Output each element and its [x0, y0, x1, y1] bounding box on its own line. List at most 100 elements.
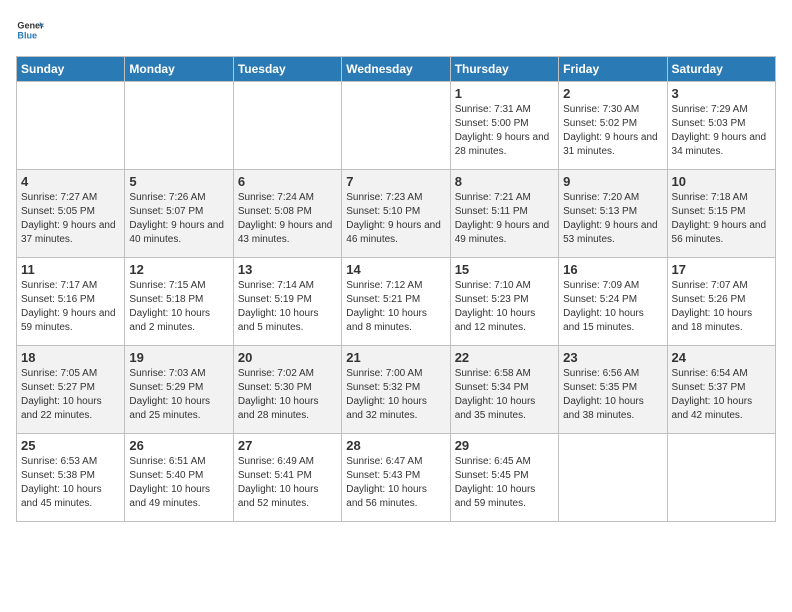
- calendar-cell: 2 Sunrise: 7:30 AMSunset: 5:02 PMDaylight…: [559, 82, 667, 170]
- day-number: 23: [563, 350, 662, 365]
- calendar-cell: 8 Sunrise: 7:21 AMSunset: 5:11 PMDaylight…: [450, 170, 558, 258]
- svg-text:Blue: Blue: [17, 30, 37, 40]
- calendar-week-row: 11 Sunrise: 7:17 AMSunset: 5:16 PMDayligh…: [17, 258, 776, 346]
- day-info: Sunrise: 7:09 AMSunset: 5:24 PMDaylight:…: [563, 279, 662, 335]
- day-info: Sunrise: 7:21 AMSunset: 5:11 PMDaylight:…: [455, 191, 554, 247]
- day-number: 14: [346, 262, 445, 277]
- calendar-cell: 22Sunrise: 6:58 AMSunset: 5:34 PMDayligh…: [450, 346, 558, 434]
- day-number: 8: [455, 174, 554, 189]
- calendar-cell: 12Sunrise: 7:15 AMSunset: 5:18 PMDayligh…: [125, 258, 233, 346]
- day-info: Sunrise: 7:10 AMSunset: 5:23 PMDaylight:…: [455, 279, 554, 335]
- day-number: 24: [672, 350, 771, 365]
- day-number: 29: [455, 438, 554, 453]
- days-of-week-row: SundayMondayTuesdayWednesdayThursdayFrid…: [17, 57, 776, 82]
- day-info: Sunrise: 7:14 AMSunset: 5:19 PMDaylight:…: [238, 279, 337, 335]
- calendar-cell: [233, 82, 341, 170]
- day-info: Sunrise: 7:05 AMSunset: 5:27 PMDaylight:…: [21, 367, 120, 423]
- calendar-cell: 29 Sunrise: 6:45 AMSunset: 5:45 PMDayligh…: [450, 434, 558, 522]
- calendar-cell: 5 Sunrise: 7:26 AMSunset: 5:07 PMDaylight…: [125, 170, 233, 258]
- day-number: 7: [346, 174, 445, 189]
- day-info: Sunrise: 7:26 AMSunset: 5:07 PMDaylight:…: [129, 191, 228, 247]
- day-number: 19: [129, 350, 228, 365]
- day-number: 6: [238, 174, 337, 189]
- dow-header: Saturday: [667, 57, 775, 82]
- day-number: 18: [21, 350, 120, 365]
- logo-icon: General Blue: [16, 16, 44, 44]
- dow-header: Tuesday: [233, 57, 341, 82]
- day-info: Sunrise: 7:15 AMSunset: 5:18 PMDaylight:…: [129, 279, 228, 335]
- calendar-cell: 15Sunrise: 7:10 AMSunset: 5:23 PMDayligh…: [450, 258, 558, 346]
- calendar-cell: 26 Sunrise: 6:51 AMSunset: 5:40 PMDayligh…: [125, 434, 233, 522]
- day-info: Sunrise: 7:18 AMSunset: 5:15 PMDaylight:…: [672, 191, 771, 247]
- day-info: Sunrise: 6:45 AMSunset: 5:45 PMDaylight:…: [455, 455, 554, 511]
- dow-header: Thursday: [450, 57, 558, 82]
- day-number: 13: [238, 262, 337, 277]
- calendar-cell: 21 Sunrise: 7:00 AMSunset: 5:32 PMDayligh…: [342, 346, 450, 434]
- day-number: 11: [21, 262, 120, 277]
- calendar-cell: 9Sunrise: 7:20 AMSunset: 5:13 PMDaylight…: [559, 170, 667, 258]
- calendar-cell: [17, 82, 125, 170]
- calendar-table: SundayMondayTuesdayWednesdayThursdayFrid…: [16, 56, 776, 522]
- calendar-cell: 19 Sunrise: 7:03 AMSunset: 5:29 PMDayligh…: [125, 346, 233, 434]
- day-number: 26: [129, 438, 228, 453]
- calendar-body: 1 Sunrise: 7:31 AMSunset: 5:00 PMDaylight…: [17, 82, 776, 522]
- calendar-cell: 1 Sunrise: 7:31 AMSunset: 5:00 PMDaylight…: [450, 82, 558, 170]
- calendar-cell: 23Sunrise: 6:56 AMSunset: 5:35 PMDayligh…: [559, 346, 667, 434]
- day-info: Sunrise: 7:29 AMSunset: 5:03 PMDaylight:…: [672, 103, 771, 159]
- dow-header: Wednesday: [342, 57, 450, 82]
- calendar-cell: [342, 82, 450, 170]
- header: General Blue: [16, 16, 776, 44]
- calendar-cell: 24 Sunrise: 6:54 AMSunset: 5:37 PMDayligh…: [667, 346, 775, 434]
- logo: General Blue: [16, 16, 48, 44]
- calendar-cell: 7 Sunrise: 7:23 AMSunset: 5:10 PMDaylight…: [342, 170, 450, 258]
- day-number: 16: [563, 262, 662, 277]
- day-info: Sunrise: 7:17 AMSunset: 5:16 PMDaylight:…: [21, 279, 120, 335]
- day-number: 4: [21, 174, 120, 189]
- day-info: Sunrise: 7:30 AMSunset: 5:02 PMDaylight:…: [563, 103, 662, 159]
- calendar-cell: [125, 82, 233, 170]
- dow-header: Friday: [559, 57, 667, 82]
- day-info: Sunrise: 7:03 AMSunset: 5:29 PMDaylight:…: [129, 367, 228, 423]
- day-number: 21: [346, 350, 445, 365]
- calendar-week-row: 4Sunrise: 7:27 AMSunset: 5:05 PMDaylight…: [17, 170, 776, 258]
- day-info: Sunrise: 7:24 AMSunset: 5:08 PMDaylight:…: [238, 191, 337, 247]
- calendar-cell: 28 Sunrise: 6:47 AMSunset: 5:43 PMDayligh…: [342, 434, 450, 522]
- day-number: 2: [563, 86, 662, 101]
- day-number: 20: [238, 350, 337, 365]
- calendar-week-row: 25 Sunrise: 6:53 AMSunset: 5:38 PMDayligh…: [17, 434, 776, 522]
- calendar-week-row: 1 Sunrise: 7:31 AMSunset: 5:00 PMDaylight…: [17, 82, 776, 170]
- day-info: Sunrise: 7:31 AMSunset: 5:00 PMDaylight:…: [455, 103, 554, 159]
- day-info: Sunrise: 7:12 AMSunset: 5:21 PMDaylight:…: [346, 279, 445, 335]
- day-number: 3: [672, 86, 771, 101]
- day-number: 5: [129, 174, 228, 189]
- day-info: Sunrise: 6:51 AMSunset: 5:40 PMDaylight:…: [129, 455, 228, 511]
- day-number: 10: [672, 174, 771, 189]
- day-info: Sunrise: 6:54 AMSunset: 5:37 PMDaylight:…: [672, 367, 771, 423]
- calendar-cell: 3 Sunrise: 7:29 AMSunset: 5:03 PMDaylight…: [667, 82, 775, 170]
- day-number: 22: [455, 350, 554, 365]
- calendar-cell: 17Sunrise: 7:07 AMSunset: 5:26 PMDayligh…: [667, 258, 775, 346]
- calendar-cell: 14 Sunrise: 7:12 AMSunset: 5:21 PMDayligh…: [342, 258, 450, 346]
- day-info: Sunrise: 7:00 AMSunset: 5:32 PMDaylight:…: [346, 367, 445, 423]
- calendar-cell: 6 Sunrise: 7:24 AMSunset: 5:08 PMDaylight…: [233, 170, 341, 258]
- day-info: Sunrise: 7:20 AMSunset: 5:13 PMDaylight:…: [563, 191, 662, 247]
- calendar-cell: [559, 434, 667, 522]
- day-number: 28: [346, 438, 445, 453]
- day-info: Sunrise: 6:47 AMSunset: 5:43 PMDaylight:…: [346, 455, 445, 511]
- calendar-cell: [667, 434, 775, 522]
- calendar-week-row: 18 Sunrise: 7:05 AMSunset: 5:27 PMDayligh…: [17, 346, 776, 434]
- dow-header: Monday: [125, 57, 233, 82]
- day-info: Sunrise: 6:49 AMSunset: 5:41 PMDaylight:…: [238, 455, 337, 511]
- day-info: Sunrise: 7:23 AMSunset: 5:10 PMDaylight:…: [346, 191, 445, 247]
- day-number: 1: [455, 86, 554, 101]
- calendar-cell: 20 Sunrise: 7:02 AMSunset: 5:30 PMDayligh…: [233, 346, 341, 434]
- calendar-cell: 10 Sunrise: 7:18 AMSunset: 5:15 PMDayligh…: [667, 170, 775, 258]
- dow-header: Sunday: [17, 57, 125, 82]
- calendar-cell: 16 Sunrise: 7:09 AMSunset: 5:24 PMDayligh…: [559, 258, 667, 346]
- calendar-cell: 13 Sunrise: 7:14 AMSunset: 5:19 PMDayligh…: [233, 258, 341, 346]
- day-number: 25: [21, 438, 120, 453]
- day-info: Sunrise: 6:53 AMSunset: 5:38 PMDaylight:…: [21, 455, 120, 511]
- day-info: Sunrise: 7:02 AMSunset: 5:30 PMDaylight:…: [238, 367, 337, 423]
- day-number: 17: [672, 262, 771, 277]
- calendar-cell: 27Sunrise: 6:49 AMSunset: 5:41 PMDayligh…: [233, 434, 341, 522]
